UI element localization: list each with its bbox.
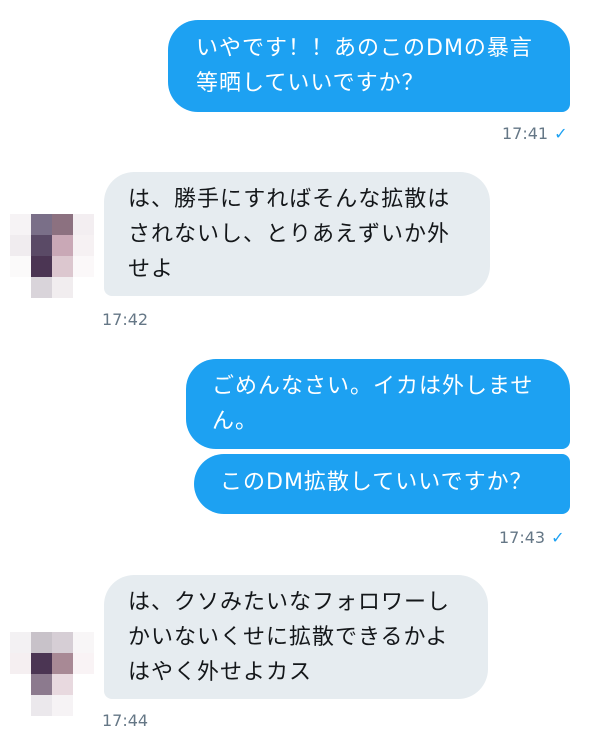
sent-message-bubble[interactable]: このDM拡散していいですか？ xyxy=(194,454,570,514)
timestamp-text: 17:44 xyxy=(102,711,149,730)
timestamp-text: 17:41 xyxy=(502,124,549,143)
message-text: いやです！！あのこのDMの暴言等晒していいですか？ xyxy=(196,36,533,96)
read-check-icon: ✓ xyxy=(554,124,568,143)
sent-message-bubble[interactable]: いやです！！あのこのDMの暴言等晒していいですか？ xyxy=(168,20,570,112)
message-timestamp: 17:44 xyxy=(102,711,148,730)
message-timestamp: 17:43 ✓ xyxy=(499,528,565,547)
message-text: ごめんなさい。イカは外しません。 xyxy=(212,374,534,434)
message-timestamp: 17:42 xyxy=(102,310,148,329)
sent-message-bubble[interactable]: ごめんなさい。イカは外しません。 xyxy=(186,359,570,449)
message-text: は、クソみたいなフォロワーしかいないくせに拡散できるかよはやく外せよカス xyxy=(128,590,451,685)
timestamp-text: 17:43 xyxy=(499,528,546,547)
message-timestamp: 17:41 ✓ xyxy=(502,124,568,143)
message-text: このDM拡散していいですか？ xyxy=(220,470,533,495)
avatar[interactable] xyxy=(10,214,94,298)
read-check-icon: ✓ xyxy=(551,528,565,547)
avatar[interactable] xyxy=(10,632,94,716)
received-message-bubble[interactable]: は、クソみたいなフォロワーしかいないくせに拡散できるかよはやく外せよカス xyxy=(104,575,488,699)
timestamp-text: 17:42 xyxy=(102,310,149,329)
message-text: は、勝手にすればそんな拡散はされないし、とりあえずいか外せよ xyxy=(128,187,451,282)
received-message-bubble[interactable]: は、勝手にすればそんな拡散はされないし、とりあえずいか外せよ xyxy=(104,172,490,296)
